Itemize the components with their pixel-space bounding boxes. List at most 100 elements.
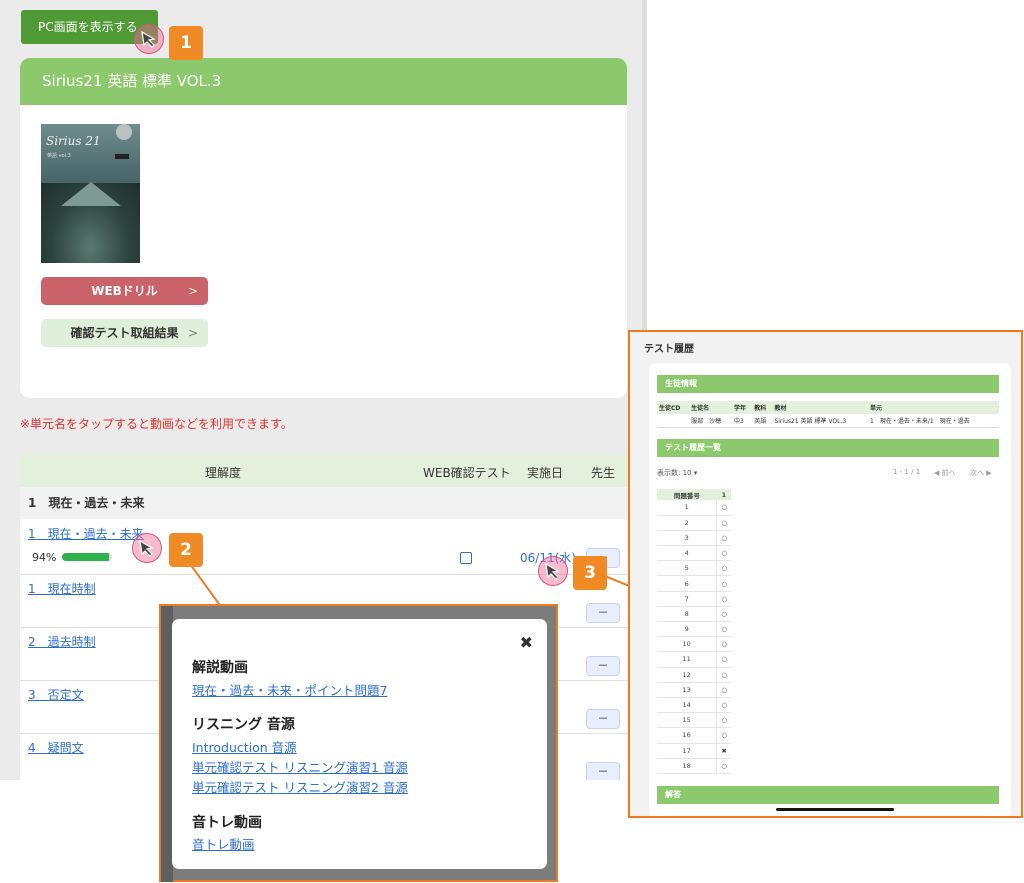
question-number: 8 [657, 606, 717, 623]
col-student-cd: 生徒CD [657, 401, 690, 414]
teacher-button[interactable]: － [586, 656, 620, 676]
question-result: ○ [716, 515, 731, 531]
cursor-arrow-icon [141, 30, 156, 48]
section-title-listening: リスニング 音源 [192, 717, 295, 733]
question-number: 5 [657, 560, 717, 577]
question-number: 6 [657, 575, 717, 592]
question-row: 12 ○ [657, 667, 731, 683]
question-result: ○ [716, 697, 731, 714]
unit-group-header: 1 現在・過去・未来 [20, 487, 642, 519]
unit-link-main[interactable]: 1 現在・過去・未来 [28, 525, 144, 542]
question-result: ○ [716, 636, 731, 653]
home-indicator [776, 808, 894, 811]
question-row: 3 ○ [657, 530, 731, 547]
callout-badge-2: 2 [169, 533, 203, 567]
listening-link-1[interactable]: Introduction 音源 [192, 737, 297, 756]
question-row: 11 ○ [657, 651, 731, 668]
pager-range: 1 - 1 / 1 [893, 468, 921, 476]
question-number: 2 [657, 515, 717, 531]
confirm-results-button[interactable]: 確認テスト取組結果 > [41, 319, 208, 347]
callout-badge-3: 3 [573, 556, 607, 590]
col-student-name: 生徒名 [689, 401, 733, 414]
col-question-no: 問題番号 [657, 489, 717, 500]
chevron-right-icon: > [187, 284, 198, 298]
col-unit: 単元 [868, 401, 999, 414]
question-row: 18 ○ [657, 758, 731, 774]
pager-next[interactable]: 次へ ▶ [970, 468, 992, 478]
explanation-video-link[interactable]: 現在・過去・未来・ポイント問題7 [192, 680, 387, 699]
question-result: ○ [716, 500, 731, 516]
teacher-button[interactable]: － [586, 603, 620, 623]
col-material: 教材 [772, 401, 869, 414]
question-result: ○ [716, 712, 731, 729]
book-cover-image: Sirius 21 英語 vol.3 [41, 124, 140, 263]
question-number: 14 [657, 697, 717, 714]
cell-material: Sirius21 英語 標準 VOL.3 [772, 414, 869, 428]
question-result: ○ [716, 545, 731, 562]
cover-title: Sirius 21 [46, 134, 101, 148]
question-row: 9 ○ [657, 621, 731, 638]
close-icon[interactable]: ✖ [520, 633, 533, 652]
question-result: ○ [716, 560, 731, 577]
question-number: 4 [657, 545, 717, 562]
listening-link-2[interactable]: 単元確認テスト リスニング演習1 音源 [192, 757, 408, 776]
question-row: 7 ○ [657, 591, 731, 607]
cursor-arrow-icon [545, 562, 560, 580]
question-row: 1 ○ [657, 500, 731, 516]
test-history-card: 生徒情報 生徒CD 生徒名 学年 教科 教材 単元 服部 沙穂 中3 英語 Si… [649, 363, 1011, 816]
understanding-bar [62, 553, 112, 561]
understanding-percent: 94% [32, 551, 57, 564]
header-understanding: 理解度 [205, 466, 242, 480]
question-number: 17 [657, 743, 717, 759]
question-results-table: 問題番号 1 1 ○ 2 ○ 3 ○ 4 ○ 5 ○ 6 ○ 7 ○ 8 ○ 9 ○ 10 ○ 11 ○ 12 ○ 13 ○ 14 ○… [657, 489, 731, 774]
cursor-indicator-1 [134, 24, 164, 54]
teacher-button[interactable]: － [586, 762, 620, 780]
book-card: Sirius21 英語 標準 VOL.3 Sirius 21 英語 vol.3 … [20, 58, 627, 398]
web-drill-button[interactable]: WEBドリル > [41, 277, 208, 305]
question-row: 15 ○ [657, 712, 731, 729]
student-info-table: 生徒CD 生徒名 学年 教科 教材 単元 服部 沙穂 中3 英語 Sirius2… [657, 401, 999, 428]
media-popup-overlay: ✖ 解説動画 現在・過去・未来・ポイント問題7 リスニング 音源 Introdu… [159, 604, 558, 882]
listening-link-3[interactable]: 単元確認テスト リスニング演習2 音源 [192, 777, 408, 796]
question-number: 10 [657, 636, 717, 653]
question-number: 12 [657, 667, 717, 683]
question-result: ○ [716, 606, 731, 623]
ontore-video-link[interactable]: 音トレ動画 [192, 834, 255, 853]
teacher-button[interactable]: － [586, 709, 620, 729]
subunit-link-1[interactable]: 1 現在時制 [28, 580, 96, 597]
question-row: 6 ○ [657, 575, 731, 592]
question-number: 9 [657, 621, 717, 638]
subunit-link-3[interactable]: 3 否定文 [28, 686, 84, 703]
header-teacher: 先生 [591, 466, 616, 480]
question-row: 2 ○ [657, 515, 731, 531]
student-info-heading: 生徒情報 [657, 375, 999, 393]
screenshot-root: PC画面を表示する Sirius21 英語 標準 VOL.3 Sirius 21… [0, 0, 1024, 883]
question-result: ○ [716, 682, 731, 698]
question-row: 14 ○ [657, 697, 731, 714]
question-number: 11 [657, 651, 717, 668]
subunit-link-2[interactable]: 2 過去時制 [28, 633, 96, 650]
understanding-bar-fill [62, 553, 109, 561]
cell-student-name: 服部 沙穂 [689, 414, 733, 428]
question-row: 10 ○ [657, 636, 731, 653]
display-count-select[interactable]: 表示数: 10 ▾ [657, 468, 697, 478]
question-row: 5 ○ [657, 560, 731, 577]
cover-badge [115, 154, 129, 159]
question-number: 7 [657, 591, 717, 607]
question-number: 13 [657, 682, 717, 698]
cell-student-cd [657, 414, 690, 428]
pager-prev[interactable]: ◀ 前へ [934, 468, 956, 478]
book-title: Sirius21 英語 標準 VOL.3 [20, 58, 627, 105]
subunit-link-4[interactable]: 4 疑問文 [28, 739, 84, 756]
display-count-label: 表示数: 10 [657, 469, 692, 477]
notice-text: ※単元名をタップすると動画などを利用できます。 [20, 417, 293, 431]
header-date: 実施日 [527, 466, 564, 480]
callout-badge-1: 1 [169, 26, 203, 60]
question-result: ○ [716, 727, 731, 744]
test-history-title: テスト履歴 [644, 344, 694, 355]
question-result: ○ [716, 758, 731, 774]
question-row: 8 ○ [657, 606, 731, 623]
edit-icon[interactable] [460, 552, 472, 564]
table-header: 理解度 WEB確認テスト 実施日 先生 [20, 455, 642, 487]
col-attempt-1: 1 [716, 489, 731, 500]
